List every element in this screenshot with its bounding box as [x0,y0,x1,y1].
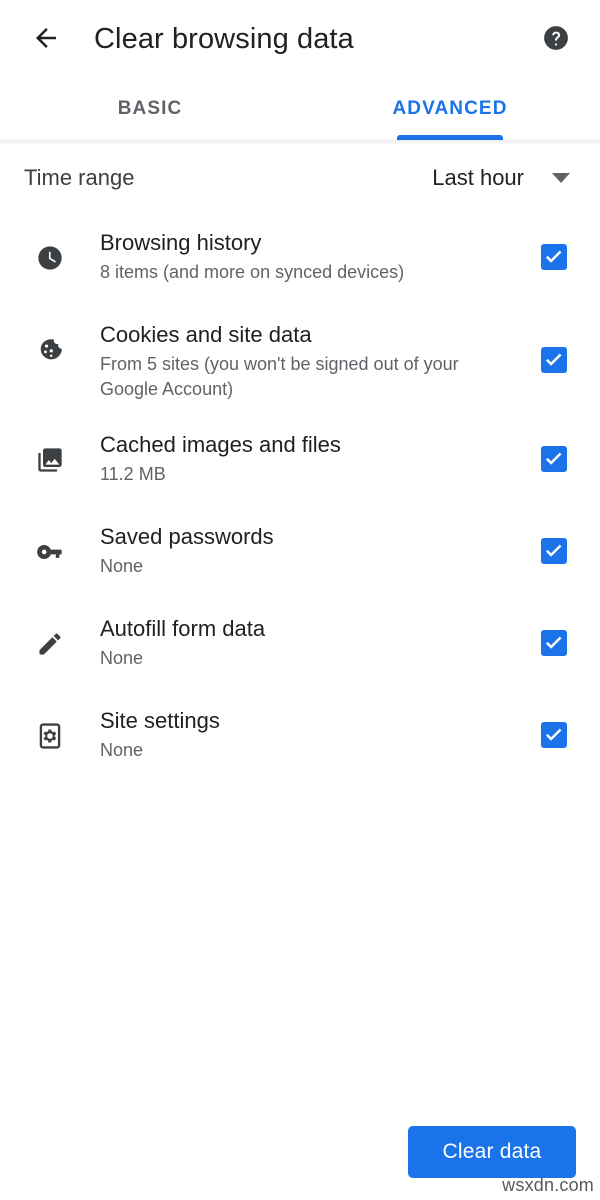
pencil-icon [24,612,76,674]
clear-data-button[interactable]: Clear data [408,1126,576,1178]
list-item-autofill[interactable]: Autofill form data None [0,612,600,674]
list-item-text: Cookies and site data From 5 sites (you … [76,318,528,402]
row-spacer [0,674,600,704]
row-spacer [0,582,600,612]
cookie-icon [24,318,76,380]
list-item-title: Cached images and files [100,432,341,457]
checkbox-site-settings[interactable] [541,722,567,748]
back-button[interactable] [24,17,68,61]
checkbox-cell [528,520,580,582]
list-item-title: Browsing history [100,230,262,255]
help-circle-icon [542,24,570,55]
list-item-text: Cached images and files 11.2 MB [76,428,528,487]
checkbox-cell [528,318,580,402]
clear-browsing-data-screen: Clear browsing data BASIC ADVANCED Time … [0,0,600,1200]
clock-icon [24,226,76,288]
list-item-text: Site settings None [76,704,528,763]
help-button[interactable] [536,19,576,59]
list-item-browsing-history[interactable]: Browsing history 8 items (and more on sy… [0,226,600,288]
site-settings-icon [24,704,76,766]
list-item-cookies[interactable]: Cookies and site data From 5 sites (you … [0,318,600,402]
checkbox-cell [528,428,580,490]
key-icon [24,520,76,582]
list-item-title: Autofill form data [100,616,266,641]
list-item-text: Autofill form data None [76,612,528,671]
list-item-text: Browsing history 8 items (and more on sy… [76,226,528,285]
tab-advanced-label: ADVANCED [392,98,508,119]
list-item-subtitle: 11.2 MB [100,464,166,484]
checkbox-cookies[interactable] [541,347,567,373]
tab-bar-divider [0,140,600,142]
list-item-title: Cookies and site data [100,322,312,347]
checkbox-cell [528,704,580,766]
checkbox-cell [528,612,580,674]
list-item-text: Saved passwords None [76,520,528,579]
list-item-title: Site settings [100,708,220,733]
content-area: Time range Last hour Browsing history 8 … [0,142,600,1200]
list-item-subtitle: 8 items (and more on synced devices) [100,262,405,282]
checkbox-saved-passwords[interactable] [541,538,567,564]
list-item-subtitle: None [100,740,144,760]
chevron-down-icon [552,173,570,183]
photo-library-icon [24,428,76,490]
checkbox-cached-images[interactable] [541,446,567,472]
list-item-saved-passwords[interactable]: Saved passwords None [0,520,600,582]
list-item-subtitle: None [100,648,144,668]
checkbox-browsing-history[interactable] [541,244,567,270]
tab-advanced[interactable]: ADVANCED [300,78,600,140]
back-arrow-icon [31,23,61,56]
tab-basic[interactable]: BASIC [0,78,300,140]
time-range-value: Last hour [432,165,524,190]
page-title: Clear browsing data [94,22,354,55]
checkbox-autofill[interactable] [541,630,567,656]
checkbox-cell [528,226,580,288]
list-item-title: Saved passwords [100,524,274,549]
tab-basic-label: BASIC [117,98,183,119]
list-item-subtitle: From 5 sites (you won't be signed out of… [100,354,459,399]
tab-bar: BASIC ADVANCED [0,78,600,140]
list-item-subtitle: None [100,556,144,576]
list-item-cached-images[interactable]: Cached images and files 11.2 MB [0,428,600,490]
watermark-text: wsxdn.com [502,1175,594,1195]
time-range-row[interactable]: Time range Last hour [0,142,600,214]
row-spacer [0,490,600,520]
row-spacer [0,402,600,428]
data-type-list: Browsing history 8 items (and more on sy… [0,214,600,766]
row-spacer [0,288,600,318]
app-bar: Clear browsing data [0,0,600,78]
list-item-site-settings[interactable]: Site settings None [0,704,600,766]
time-range-label: Time range [24,165,135,190]
time-range-dropdown[interactable]: Last hour [432,165,576,191]
